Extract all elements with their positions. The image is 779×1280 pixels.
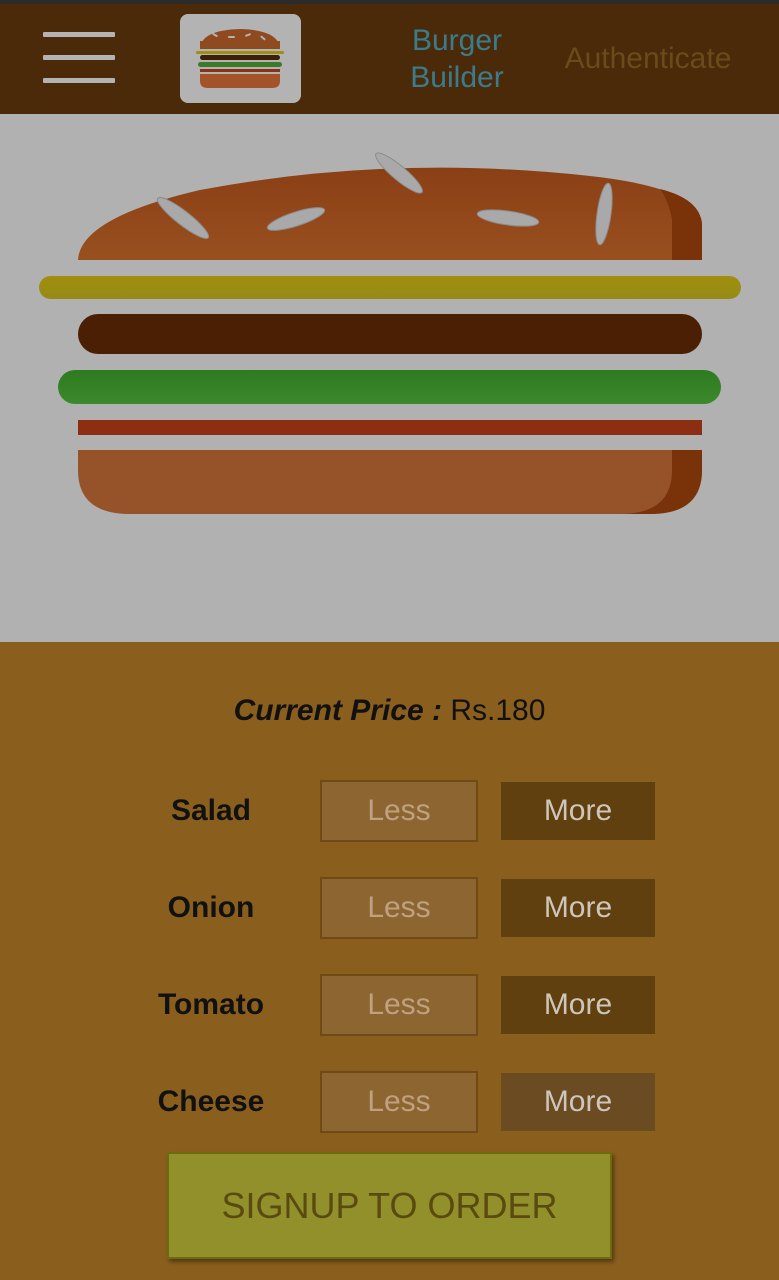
- toolbar: Burger Builder Authenticate: [0, 4, 779, 114]
- cheese-more-button[interactable]: More: [499, 1071, 657, 1133]
- onion-less-button[interactable]: Less: [320, 877, 478, 939]
- ingredient-label-onion: Onion: [167, 891, 255, 924]
- burger-illustration: [39, 152, 741, 514]
- cheese-less-button[interactable]: Less: [320, 1071, 478, 1133]
- salad-layer: [58, 370, 721, 404]
- nav-link-authenticate[interactable]: Authenticate: [548, 40, 748, 77]
- current-price: Current Price : Rs.180: [0, 694, 779, 728]
- burger-logo-icon: [180, 14, 301, 103]
- salad-less-button[interactable]: Less: [320, 780, 478, 842]
- onion-more-button[interactable]: More: [499, 877, 657, 939]
- cheese-layer: [39, 276, 741, 299]
- meat-layer: [78, 314, 702, 354]
- tomato-more-button[interactable]: More: [499, 974, 657, 1036]
- salad-more-button[interactable]: More: [499, 780, 657, 842]
- ingredient-label-cheese: Cheese: [157, 1085, 265, 1118]
- hamburger-menu-icon[interactable]: [40, 30, 118, 90]
- burger-preview: [0, 114, 779, 642]
- build-controls: Current Price : Rs.180 Salad Less More O…: [0, 642, 779, 1280]
- nav-link-burger-builder[interactable]: Burger Builder: [395, 22, 519, 96]
- bread-bottom: [78, 450, 702, 514]
- ingredient-label-salad: Salad: [170, 794, 252, 827]
- tomato-less-button[interactable]: Less: [320, 974, 478, 1036]
- price-value: Rs.180: [450, 694, 546, 727]
- bacon-layer: [78, 420, 702, 435]
- ingredient-label-tomato: Tomato: [157, 988, 265, 1021]
- signup-to-order-button[interactable]: SIGNUP TO ORDER: [167, 1152, 612, 1259]
- price-label: Current Price :: [233, 694, 442, 727]
